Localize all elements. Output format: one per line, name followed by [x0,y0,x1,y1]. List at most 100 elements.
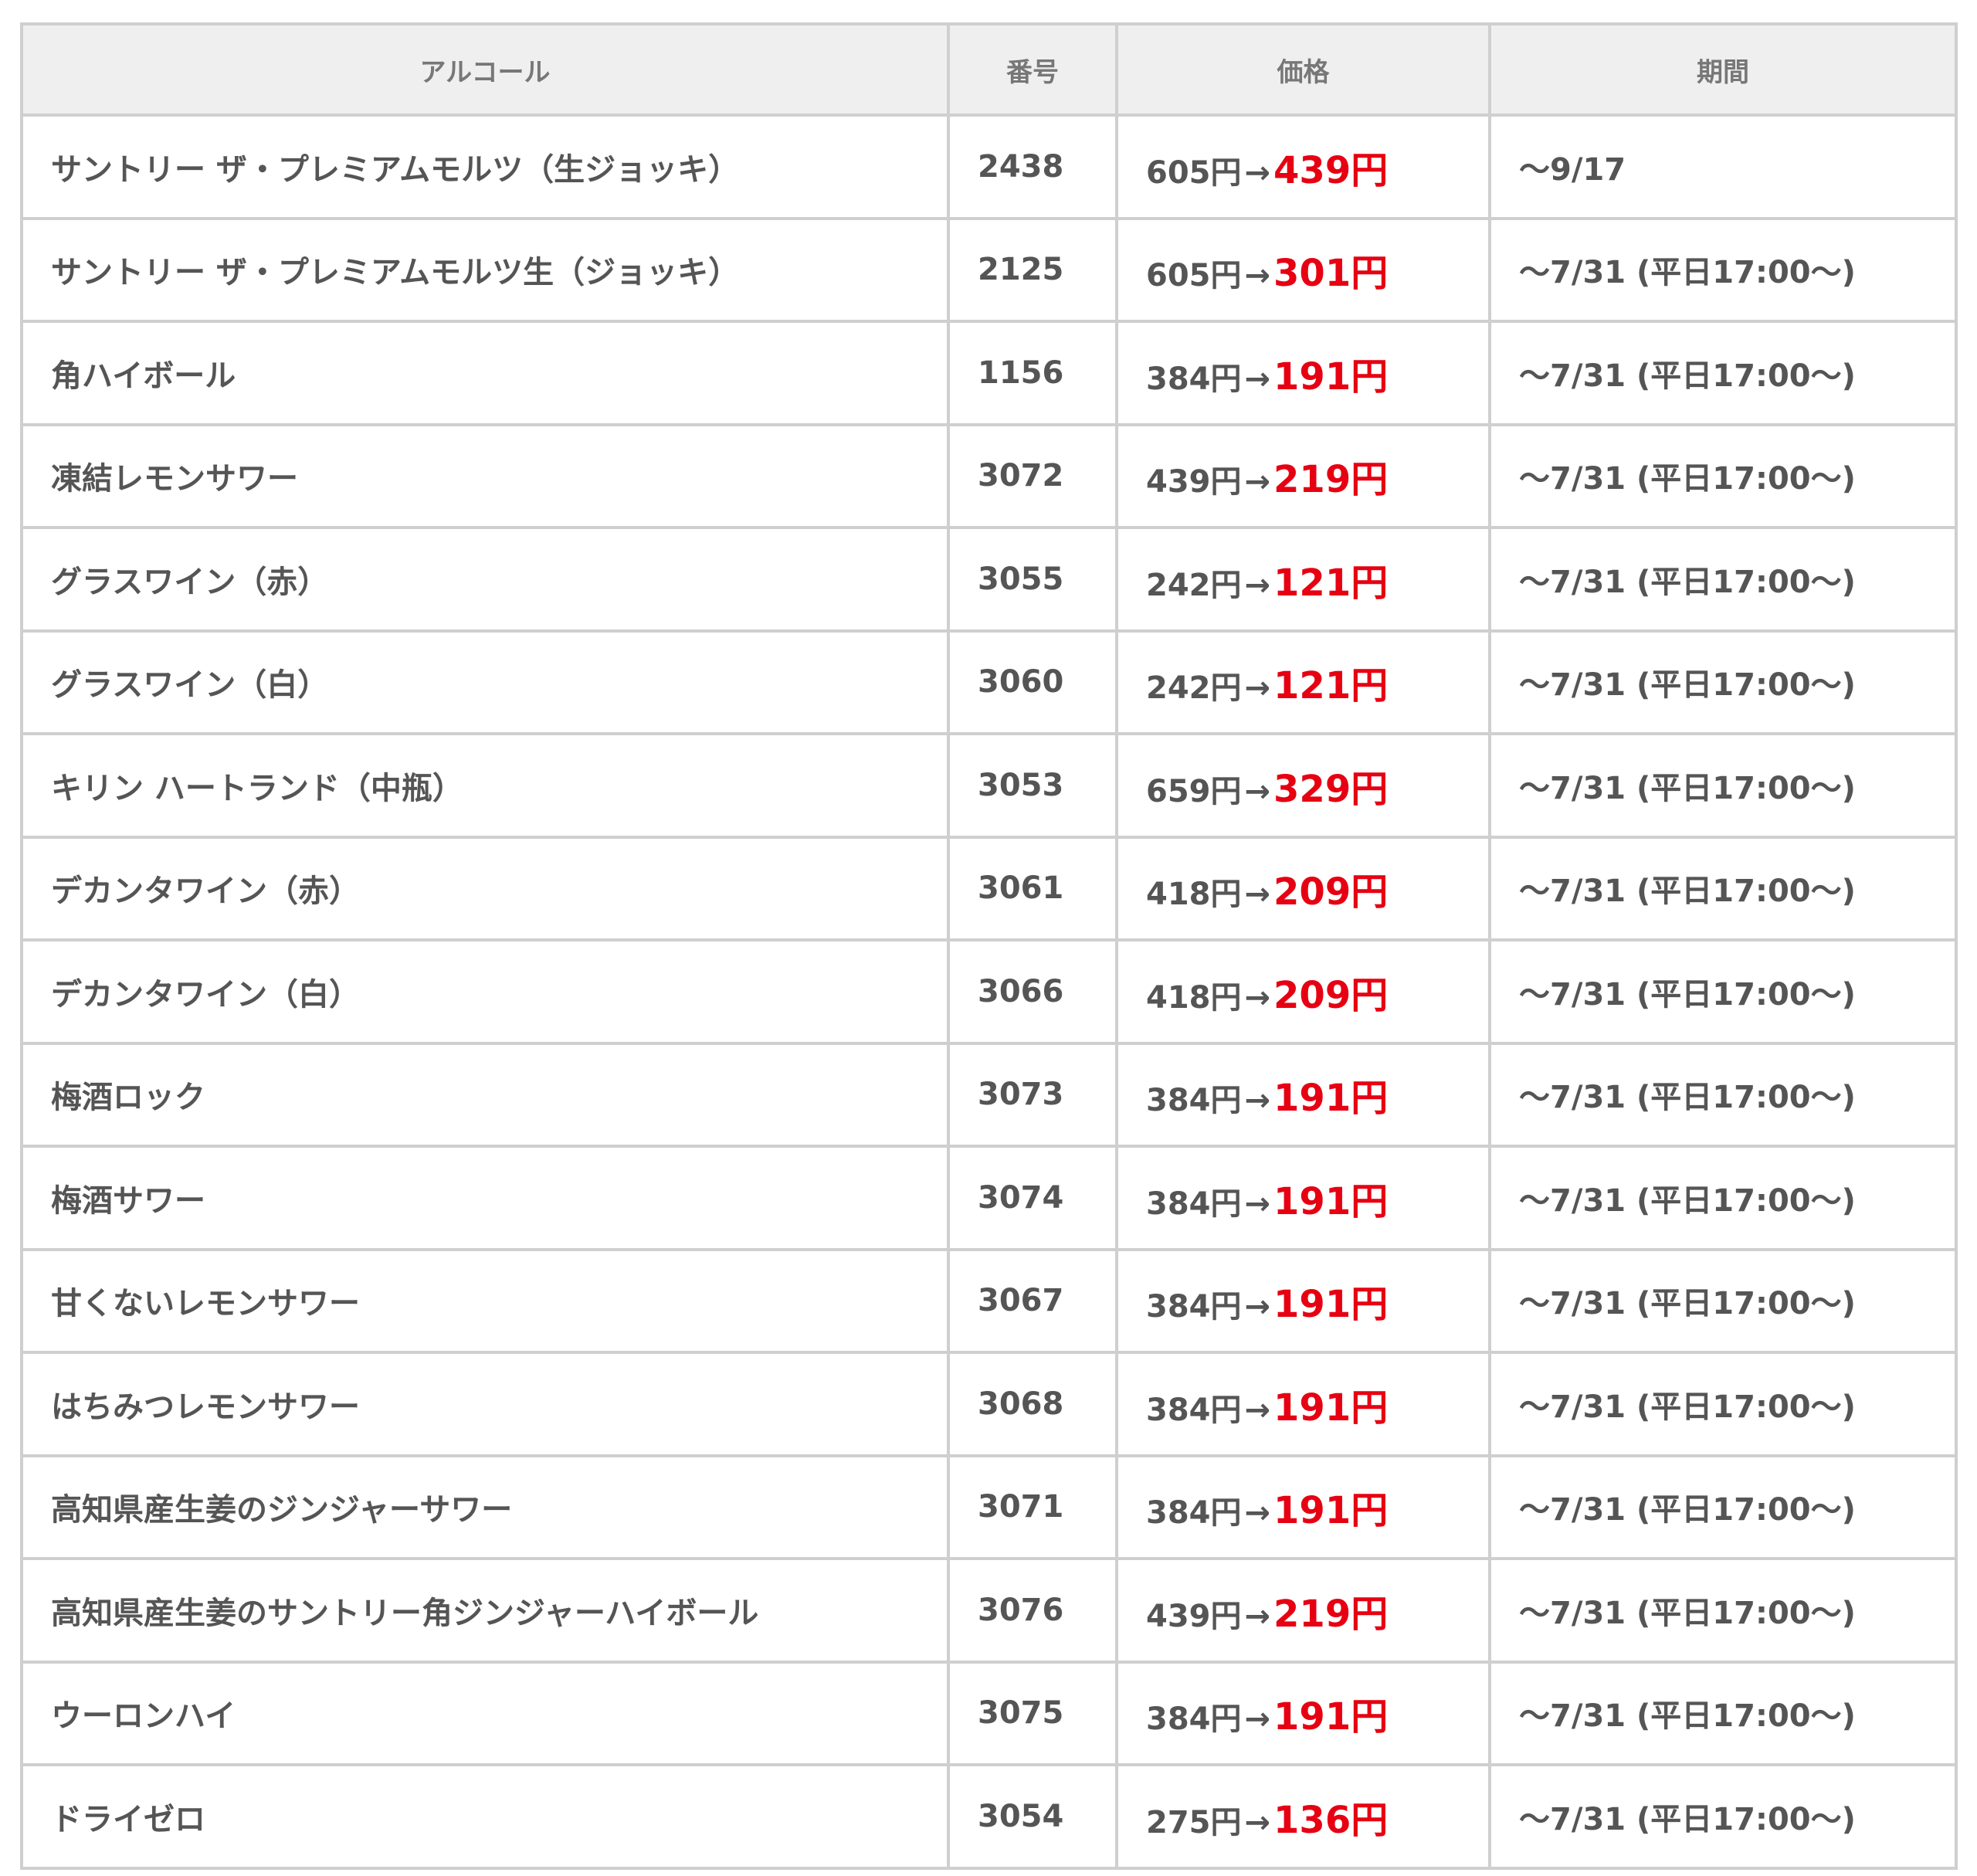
period-cell: ～7/31 (平日17:00～) [1488,320,1958,426]
item-number-cell: 3061 [947,835,1118,941]
table-row: 甘くないレモンサワー 3067 384円 →191円 ～7/31 (平日17:00～) [20,1247,1958,1354]
table-row: 角ハイボール 1156 384円 →191円 ～7/31 (平日17:00～) [20,320,1958,426]
sale-price: 209円 [1273,973,1389,1017]
arrow-right-icon: → [1244,1804,1271,1840]
item-number-cell: 1156 [947,320,1118,426]
arrow-right-icon: → [1244,670,1271,707]
header-price: 価格 [1115,22,1491,117]
table-row: グラスワイン（赤） 3055 242円 →121円 ～7/31 (平日17:00～) [20,526,1958,633]
price-cell: 384円 →191円 [1115,1145,1491,1251]
old-price: 242円 [1146,567,1242,603]
price-cell: 384円 →191円 [1115,1041,1491,1148]
arrow-right-icon: → [1244,877,1271,913]
drink-name-cell: 甘くないレモンサワー [20,1247,950,1354]
sale-price: 219円 [1273,1592,1389,1636]
price-cell: 384円 →191円 [1115,1660,1491,1766]
item-number-cell: 3073 [947,1041,1118,1148]
item-number-cell: 3067 [947,1247,1118,1354]
price-cell: 605円 →439円 [1115,114,1491,220]
item-number-cell: 3076 [947,1557,1118,1664]
drink-name-cell: 高知県産生姜のサントリー角ジンジャーハイボール [20,1557,950,1664]
arrow-right-icon: → [1244,567,1271,603]
sale-price: 209円 [1273,870,1389,914]
drink-name-cell: はちみつレモンサワー [20,1351,950,1457]
item-number-cell: 3068 [947,1351,1118,1457]
sale-price: 191円 [1273,355,1389,399]
period-cell: ～7/31 (平日17:00～) [1488,732,1958,839]
period-cell: ～7/31 (平日17:00～) [1488,526,1958,633]
old-price: 659円 [1146,773,1242,809]
arrow-right-icon: → [1244,1392,1271,1428]
price-cell: 418円 →209円 [1115,835,1491,941]
arrow-right-icon: → [1244,1495,1271,1532]
drink-name-cell: 梅酒ロック [20,1041,950,1148]
sale-price: 136円 [1273,1798,1389,1842]
price-cell: 242円 →121円 [1115,526,1491,633]
old-price: 242円 [1146,670,1242,707]
sale-price: 121円 [1273,561,1389,605]
item-number-cell: 3072 [947,422,1118,529]
old-price: 275円 [1146,1804,1242,1840]
arrow-right-icon: → [1244,1186,1271,1222]
table-row: はちみつレモンサワー 3068 384円 →191円 ～7/31 (平日17:00～) [20,1351,1958,1457]
arrow-right-icon: → [1244,1701,1271,1738]
header-number: 番号 [947,22,1118,117]
period-cell: ～7/31 (平日17:00～) [1488,629,1958,735]
arrow-right-icon: → [1244,258,1271,294]
sale-price: 191円 [1273,1283,1389,1327]
arrow-right-icon: → [1244,464,1271,500]
period-cell: ～9/17 [1488,114,1958,220]
period-cell: ～7/31 (平日17:00～) [1488,1247,1958,1354]
period-cell: ～7/31 (平日17:00～) [1488,1351,1958,1457]
drink-name-cell: ウーロンハイ [20,1660,950,1766]
arrow-right-icon: → [1244,1083,1271,1119]
old-price: 384円 [1146,1495,1242,1532]
table-row: ウーロンハイ 3075 384円 →191円 ～7/31 (平日17:00～) [20,1660,1958,1766]
item-number-cell: 3053 [947,732,1118,839]
sale-price: 301円 [1273,252,1389,296]
price-cell: 439円 →219円 [1115,422,1491,529]
sale-price: 191円 [1273,1695,1389,1739]
period-cell: ～7/31 (平日17:00～) [1488,1145,1958,1251]
arrow-right-icon: → [1244,1289,1271,1325]
drink-name-cell: 凍結レモンサワー [20,422,950,529]
table-row: 高知県産生姜のジンジャーサワー 3071 384円 →191円 ～7/31 (平日17:… [20,1454,1958,1560]
arrow-right-icon: → [1244,979,1271,1016]
drink-name-cell: デカンタワイン（赤） [20,835,950,941]
header-period: 期間 [1488,22,1958,117]
item-number-cell: 3066 [947,938,1118,1045]
table-row: 凍結レモンサワー 3072 439円 →219円 ～7/31 (平日17:00～) [20,422,1958,529]
item-number-cell: 3055 [947,526,1118,633]
old-price: 439円 [1146,464,1242,500]
arrow-right-icon: → [1244,154,1271,191]
old-price: 605円 [1146,258,1242,294]
item-number-cell: 3054 [947,1763,1118,1870]
price-cell: 242円 →121円 [1115,629,1491,735]
drink-name-cell: サントリー ザ・プレミアムモルツ（生ジョッキ） [20,114,950,220]
drink-name-cell: グラスワイン（白） [20,629,950,735]
old-price: 384円 [1146,1186,1242,1222]
header-row: アルコール 番号 価格 期間 [20,22,1958,117]
drink-price-table: アルコール 番号 価格 期間 サントリー ザ・プレミアムモルツ（生ジョッキ） 24… [20,22,1958,1870]
period-cell: ～7/31 (平日17:00～) [1488,1041,1958,1148]
sale-price: 191円 [1273,1489,1389,1533]
item-number-cell: 3074 [947,1145,1118,1251]
price-cell: 605円 →301円 [1115,216,1491,323]
sale-price: 439円 [1273,148,1389,192]
old-price: 384円 [1146,361,1242,397]
old-price: 384円 [1146,1289,1242,1325]
old-price: 418円 [1146,877,1242,913]
drink-name-cell: キリン ハートランド（中瓶） [20,732,950,839]
drink-name-cell: サントリー ザ・プレミアムモルツ生（ジョッキ） [20,216,950,323]
arrow-right-icon: → [1244,1598,1271,1634]
period-cell: ～7/31 (平日17:00～) [1488,422,1958,529]
table-row: 梅酒ロック 3073 384円 →191円 ～7/31 (平日17:00～) [20,1041,1958,1148]
price-cell: 384円 →191円 [1115,1247,1491,1354]
table-row: サントリー ザ・プレミアムモルツ（生ジョッキ） 2438 605円 →439円 ～9/1… [20,114,1958,220]
table-row: デカンタワイン（白） 3066 418円 →209円 ～7/31 (平日17:00～) [20,938,1958,1045]
period-cell: ～7/31 (平日17:00～) [1488,1454,1958,1560]
arrow-right-icon: → [1244,773,1271,809]
item-number-cell: 3060 [947,629,1118,735]
price-cell: 384円 →191円 [1115,320,1491,426]
table-row: デカンタワイン（赤） 3061 418円 →209円 ～7/31 (平日17:00～) [20,835,1958,941]
